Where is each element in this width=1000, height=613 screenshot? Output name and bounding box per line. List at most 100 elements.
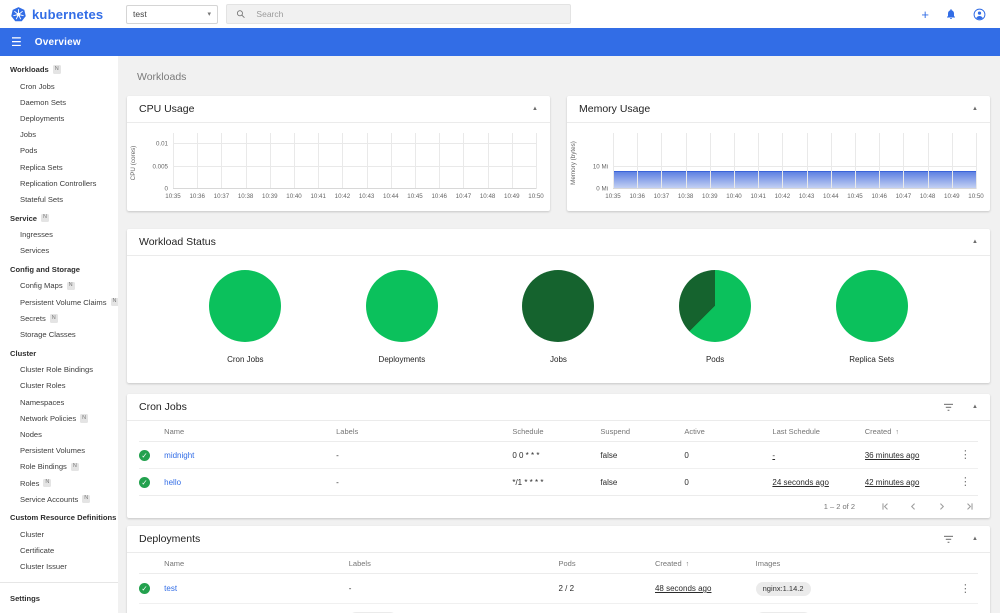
sidebar-item-config-maps[interactable]: Config Maps N [0,278,118,294]
sidebar-section-service[interactable]: Service N [0,210,118,227]
collapse-button[interactable]: ▲ [972,239,978,245]
first-page-button[interactable] [881,502,890,511]
x-tick-label: 10:49 [504,193,520,200]
row-menu-button[interactable]: ⋮ [953,450,978,461]
x-tick-label: 10:36 [189,193,205,200]
sidebar-item-cluster-roles[interactable]: Cluster Roles [0,378,118,394]
x-tick-label: 10:50 [528,193,544,200]
chevron-right-icon [940,503,945,510]
sidebar-item-persistent-volume-claims[interactable]: Persistent Volume Claims N [0,294,118,310]
cell-menu: ⋮ [952,573,978,604]
column-header-created[interactable]: Created ↑ [654,553,756,574]
row-menu-button[interactable]: ⋮ [953,583,978,594]
column-header-schedule[interactable]: Schedule [512,421,601,442]
column-header-name[interactable]: Name [164,421,337,442]
menu-toggle-button[interactable]: ☰ [11,36,22,48]
sidebar-item-cluster-issuer[interactable]: Cluster Issuer [0,559,118,575]
cell-name: midnight [164,441,337,469]
column-header-created[interactable]: Created ↑ [864,421,953,442]
column-header-labels[interactable]: Labels [348,553,559,574]
column-header-name[interactable]: Name [164,553,349,574]
gridline [415,133,416,189]
notifications-button[interactable] [945,8,957,20]
sidebar-item-cron-jobs[interactable]: Cron Jobs [0,78,118,94]
gridline [487,133,489,189]
account-button[interactable] [973,8,986,21]
next-page-button[interactable] [937,502,946,511]
sidebar-item-replication-controllers[interactable]: Replication Controllers [0,175,118,191]
kubernetes-logo[interactable]: kubernetes [10,6,120,23]
pie-chart-cron-jobs: Cron Jobs [209,270,282,364]
namespace-selector[interactable]: test ▾ [126,4,218,24]
sidebar-section-config-and-storage[interactable]: Config and Storage [0,261,118,278]
chevron-left-icon [910,503,915,510]
gridline [221,133,223,189]
gridline [173,188,536,189]
sidebar-item-label: Deployments [20,113,65,123]
sidebar-item-about[interactable]: About [0,609,118,613]
filter-button[interactable] [943,403,954,412]
sidebar-item-services[interactable]: Services [0,243,118,259]
sidebar-item-certificate[interactable]: Certificate [0,543,118,559]
last-page-icon [967,503,973,510]
x-tick-label: 10:35 [165,193,181,200]
y-tick-label: 0 Mi [596,185,608,193]
search-input[interactable] [254,8,561,20]
toolbar-title: Overview [34,36,81,48]
card-header: Workload Status ▲ [127,229,990,256]
pie-label: Jobs [550,355,567,364]
row-menu-button[interactable]: ⋮ [953,477,978,488]
resource-link[interactable]: midnight [164,451,194,460]
sidebar-item-namespaces[interactable]: Namespaces [0,394,118,410]
sidebar-item-replica-sets[interactable]: Replica Sets [0,159,118,175]
column-header-labels[interactable]: Labels [336,421,513,442]
sidebar-item-role-bindings[interactable]: Role Bindings N [0,459,118,475]
sidebar-item-daemon-sets[interactable]: Daemon Sets [0,94,118,110]
collapse-button[interactable]: ▲ [972,404,978,410]
column-header-images[interactable]: Images [755,553,953,574]
column-header-pods[interactable]: Pods [558,553,655,574]
sidebar-item-cluster[interactable]: Cluster [0,526,118,542]
column-header-last-schedule[interactable]: Last Schedule [772,421,865,442]
sidebar-item-ingresses[interactable]: Ingresses [0,227,118,243]
sidebar-item-label: Storage Classes [20,330,76,340]
sidebar-section-custom-resource-definitions[interactable]: Custom Resource Definitions [0,509,118,526]
sidebar-item-persistent-volumes[interactable]: Persistent Volumes [0,443,118,459]
sidebar-item-deployments[interactable]: Deployments [0,110,118,126]
sidebar-item-jobs[interactable]: Jobs [0,127,118,143]
last-page-button[interactable] [965,502,974,511]
sidebar-section-cluster[interactable]: Cluster [0,345,118,362]
sidebar-item-settings[interactable]: Settings [0,590,118,607]
sidebar-item-network-policies[interactable]: Network Policies N [0,410,118,426]
collapse-button[interactable]: ▲ [972,536,978,542]
filter-button[interactable] [943,535,954,544]
namespaced-badge: N [70,462,79,472]
column-header-active[interactable]: Active [684,421,773,442]
sidebar-item-label: Daemon Sets [20,97,67,107]
sidebar-item-label: Persistent Volumes [20,446,85,456]
cell-name: hello [164,468,337,496]
create-button[interactable]: + [921,8,929,21]
sidebar-item-cluster-role-bindings[interactable]: Cluster Role Bindings [0,362,118,378]
collapse-button[interactable]: ▲ [972,106,978,112]
dropdown-caret-icon: ▾ [207,11,211,18]
x-tick-label: 10:40 [726,193,742,200]
collapse-button[interactable]: ▲ [532,106,538,112]
sidebar-item-stateful-sets[interactable]: Stateful Sets [0,191,118,207]
prev-page-button[interactable] [909,502,918,511]
namespaced-badge: N [52,65,61,74]
sidebar-item-storage-classes[interactable]: Storage Classes [0,326,118,342]
resource-link[interactable]: test [164,584,177,593]
plus-icon: + [921,6,929,22]
sidebar-item-label: Certificate [20,546,55,556]
x-tick-label: 10:47 [455,193,472,200]
resource-link[interactable]: hello [164,478,181,487]
sidebar-item-pods[interactable]: Pods [0,143,118,159]
sidebar-item-roles[interactable]: Roles N [0,475,118,491]
column-header-suspend[interactable]: Suspend [600,421,685,442]
sidebar-item-nodes[interactable]: Nodes [0,426,118,442]
sidebar-item-secrets[interactable]: Secrets N [0,310,118,326]
sidebar-item-service-accounts[interactable]: Service Accounts N [0,491,118,507]
sidebar-item-label: Services [20,246,50,256]
sidebar-section-workloads[interactable]: Workloads N [0,61,118,78]
